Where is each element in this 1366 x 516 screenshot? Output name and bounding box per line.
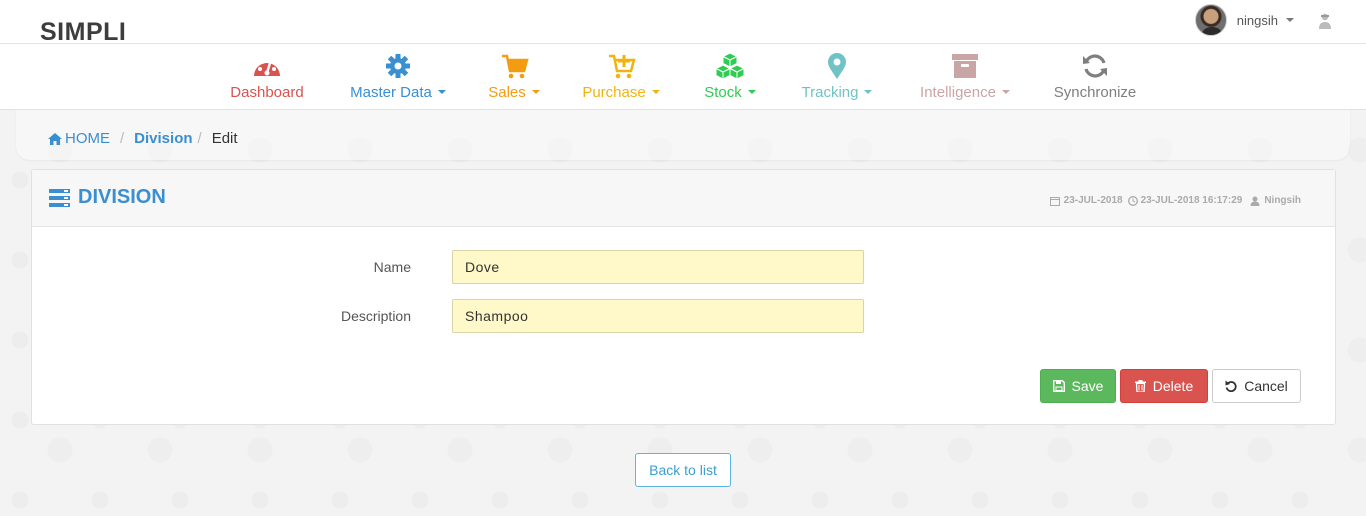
created-date: 23-JUL-2018 xyxy=(1063,195,1123,206)
division-panel: DIVISION 23-JUL-2018 23-JUL-2018 16:17:2… xyxy=(31,169,1336,425)
shopping-cart-icon xyxy=(502,54,529,79)
nav-label-synchronize: Synchronize xyxy=(1053,84,1137,101)
map-marker-icon xyxy=(828,53,846,79)
nav-item-stock[interactable]: Stock xyxy=(698,44,762,110)
name-field[interactable] xyxy=(452,250,864,284)
nav-item-intelligence[interactable]: Intelligence xyxy=(912,44,1018,110)
user-icon xyxy=(1250,196,1260,206)
gear-icon xyxy=(386,54,410,78)
nav-item-synchronize[interactable]: Synchronize xyxy=(1050,44,1140,110)
description-label: Description xyxy=(340,308,411,324)
save-button-label: Save xyxy=(1071,378,1104,394)
nav-label-purchase: Purchase xyxy=(582,84,646,101)
cubes-icon xyxy=(714,52,746,80)
breadcrumb: HOME / Division / Edit xyxy=(48,130,238,147)
back-to-list-label: Back to list xyxy=(649,462,717,478)
back-to-list-button[interactable]: Back to list xyxy=(635,453,731,487)
modified-datetime: 23-JUL-2018 16:17:29 xyxy=(1140,195,1243,206)
cancel-button[interactable]: Cancel xyxy=(1212,369,1301,403)
user-secret-icon[interactable] xyxy=(1318,12,1332,30)
chevron-down-icon[interactable] xyxy=(1286,18,1294,22)
breadcrumb-home-label: HOME xyxy=(65,130,110,147)
top-bar: ningsih xyxy=(0,0,1366,44)
username-label[interactable]: ningsih xyxy=(1237,13,1278,28)
nav-item-purchase[interactable]: Purchase xyxy=(578,44,664,110)
chevron-down-icon xyxy=(531,90,540,94)
description-field[interactable] xyxy=(452,299,864,333)
main-nav: Dashboard Master Data Sales Purchase Sto… xyxy=(0,44,1366,110)
panel-header: DIVISION 23-JUL-2018 23-JUL-2018 16:17:2… xyxy=(32,170,1335,227)
panel-title: DIVISION xyxy=(49,186,166,209)
chevron-down-icon xyxy=(437,90,446,94)
cancel-button-label: Cancel xyxy=(1244,378,1288,394)
user-menu[interactable]: ningsih xyxy=(1194,4,1294,36)
refresh-icon xyxy=(1083,54,1107,78)
nav-label-sales: Sales xyxy=(488,84,526,101)
chevron-down-icon xyxy=(747,90,756,94)
nav-item-dashboard[interactable]: Dashboard xyxy=(226,44,308,110)
modified-by: Ningsih xyxy=(1264,195,1301,206)
floppy-disk-icon xyxy=(1052,380,1065,392)
archive-box-icon xyxy=(952,54,978,78)
nav-label-dashboard: Dashboard xyxy=(230,84,304,101)
trash-icon xyxy=(1134,380,1146,392)
chevron-down-icon xyxy=(1001,90,1010,94)
breadcrumb-division-link[interactable]: Division xyxy=(134,130,192,147)
form-row-name: Name xyxy=(32,250,1335,284)
nav-item-sales[interactable]: Sales xyxy=(484,44,544,110)
nav-label-master-data: Master Data xyxy=(350,84,432,101)
calendar-icon xyxy=(1049,196,1060,206)
chevron-down-icon xyxy=(651,90,660,94)
nav-label-intelligence: Intelligence xyxy=(920,84,996,101)
form-row-description: Description xyxy=(32,299,1335,333)
nav-label-stock: Stock xyxy=(704,84,742,101)
user-avatar[interactable] xyxy=(1194,4,1227,36)
breadcrumb-separator: / xyxy=(120,130,125,147)
breadcrumb-home-link[interactable]: HOME xyxy=(48,130,110,147)
breadcrumb-current: Edit xyxy=(211,130,238,147)
server-icon xyxy=(49,188,70,207)
chevron-down-icon xyxy=(864,90,873,94)
delete-button-label: Delete xyxy=(1152,378,1194,394)
cart-plus-icon xyxy=(609,54,636,79)
breadcrumb-bar: HOME / Division / Edit xyxy=(16,110,1350,160)
undo-icon xyxy=(1225,380,1237,392)
nav-item-tracking[interactable]: Tracking xyxy=(795,44,879,110)
nav-label-tracking: Tracking xyxy=(801,84,859,101)
clock-icon xyxy=(1127,195,1138,206)
name-label: Name xyxy=(373,259,411,275)
delete-button[interactable]: Delete xyxy=(1120,369,1208,403)
home-icon xyxy=(48,132,62,145)
nav-item-master-data[interactable]: Master Data xyxy=(347,44,449,110)
save-button[interactable]: Save xyxy=(1040,369,1116,403)
breadcrumb-separator: / xyxy=(197,130,202,147)
panel-title-text: DIVISION xyxy=(78,186,166,208)
dashboard-gauge-icon xyxy=(254,57,280,76)
record-meta: 23-JUL-2018 23-JUL-2018 16:17:29 Ningsih xyxy=(1049,195,1301,206)
